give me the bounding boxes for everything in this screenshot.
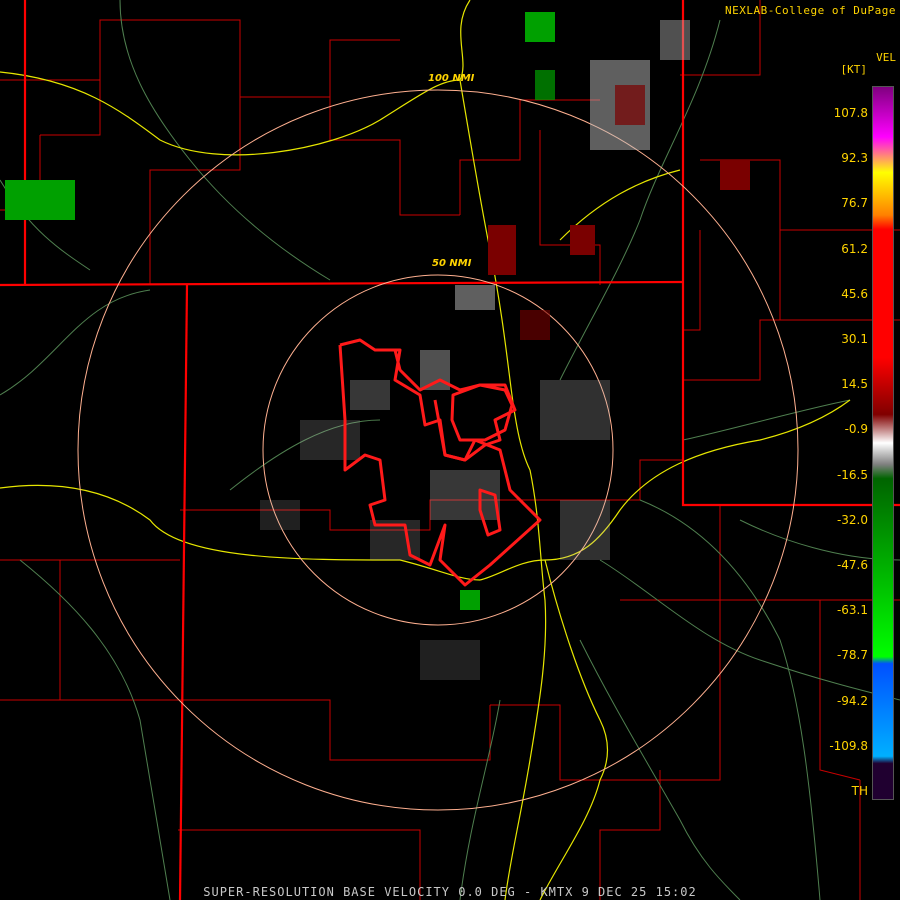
county-borders	[0, 0, 900, 900]
legend-tick-label: 76.7	[841, 196, 868, 211]
state-borders	[0, 0, 900, 900]
legend-tick-label: -32.0	[836, 512, 868, 527]
highways	[0, 0, 851, 900]
legend-tick-label: TH	[851, 784, 868, 798]
legend-unit: [KT]	[840, 63, 868, 76]
legend-product: VEL	[876, 51, 896, 64]
legend-tick-label: 92.3	[841, 151, 868, 166]
roads	[0, 0, 900, 900]
legend-tick-label: 61.2	[841, 241, 868, 256]
product-caption: SUPER-RESOLUTION BASE VELOCITY 0.0 DEG -…	[203, 885, 697, 899]
legend-tick-label: 30.1	[841, 332, 868, 346]
range-ring-label-inner: 50 NMI	[432, 258, 472, 269]
radar-map	[0, 0, 900, 900]
legend-tick-label: -109.8	[829, 738, 868, 753]
legend-tick-label: -63.1	[836, 603, 868, 618]
legend-tick-label: -16.5	[836, 467, 868, 482]
legend-tick-label: 14.5	[841, 377, 868, 392]
legend-tick-label: -94.2	[836, 693, 868, 708]
legend-tick-label: -47.6	[836, 558, 868, 572]
legend-tick-label: -0.9	[844, 422, 868, 437]
radar-echoes	[5, 12, 750, 680]
legend-tick-label: 45.6	[841, 286, 868, 301]
legend-tick-label: 107.8	[833, 106, 868, 120]
velocity-color-scale	[872, 86, 894, 800]
range-ring-label-outer: 100 NMI	[428, 73, 475, 84]
legend-tick-label: -78.7	[836, 648, 868, 663]
credit-text: NEXLAB-College of DuPage	[725, 4, 896, 17]
